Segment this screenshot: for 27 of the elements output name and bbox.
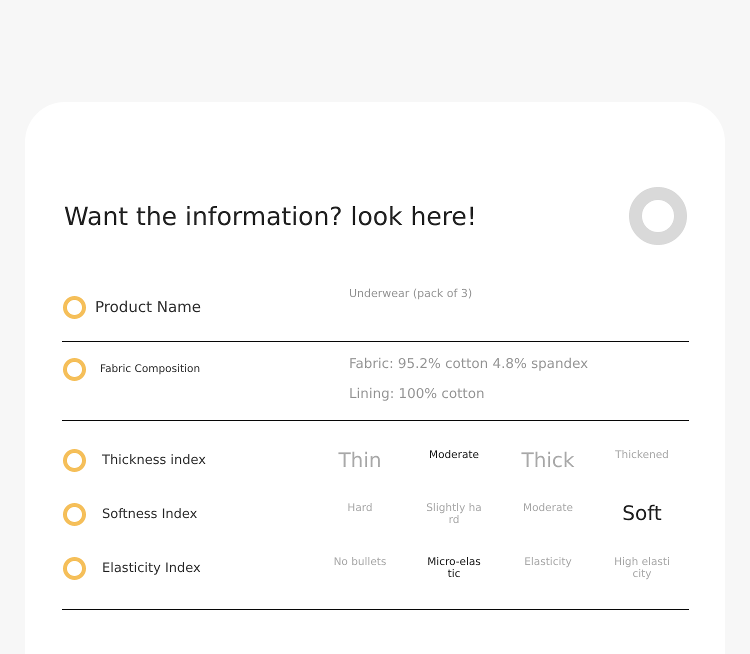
index-option: Slightly hard [426, 502, 482, 526]
index-option: No bullets [334, 556, 386, 580]
row-value: Fabric: 95.2% cotton 4.8% spandex [349, 356, 588, 372]
ring-icon [63, 502, 86, 526]
ring-icon [63, 358, 86, 380]
row-label: Fabric Composition [100, 363, 200, 375]
index-option: Thin [338, 448, 382, 472]
index-option: Thick [521, 448, 575, 472]
ring-icon [63, 448, 86, 472]
index-option: Moderate [523, 502, 573, 526]
index-label: Elasticity Index [102, 560, 201, 576]
index-label: Thickness index [102, 452, 206, 468]
index-option: High elasticity [614, 556, 670, 580]
index-option: Moderate [429, 448, 479, 472]
index-option: Elasticity [524, 556, 572, 580]
index-option: Micro-elastic [426, 556, 482, 580]
index-option: Soft [622, 502, 662, 526]
ring-icon [63, 556, 86, 580]
index-option: Thickened [615, 448, 669, 472]
row-label: Product Name [95, 298, 201, 316]
index-label: Softness Index [102, 506, 198, 522]
row-value: Underwear (pack of 3) [349, 286, 472, 300]
ring-icon [63, 296, 86, 318]
index-option: Hard [347, 502, 373, 526]
heading: Want the information? look here! [64, 202, 477, 230]
row-value: Lining: 100% cotton [349, 386, 486, 402]
ring-icon [629, 187, 687, 245]
